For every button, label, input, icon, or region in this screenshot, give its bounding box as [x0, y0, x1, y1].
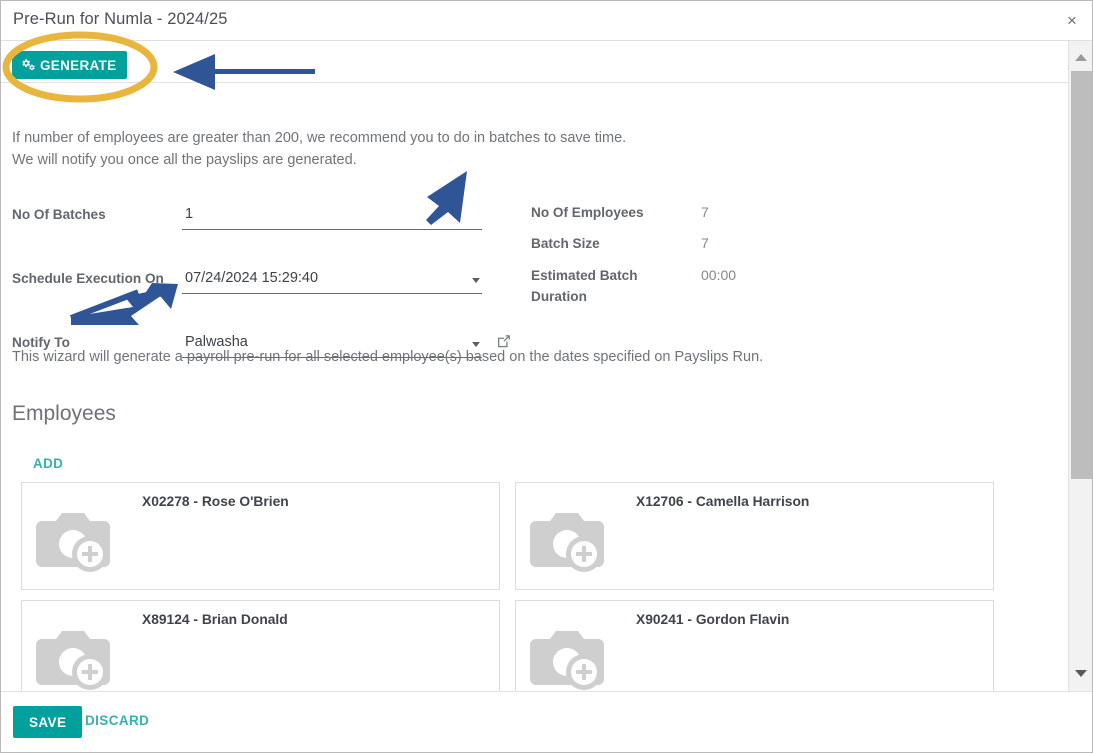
page-title: Pre-Run for Numla - 2024/25 [13, 10, 228, 28]
wizard-description: This wizard will generate a payroll pre-… [12, 349, 764, 365]
generate-button[interactable]: GENERATE [12, 51, 128, 79]
camera-placeholder-icon [34, 499, 120, 579]
pre-run-dialog: Pre-Run for Numla - 2024/25 × GENERATE I… [0, 0, 1093, 753]
scroll-down-icon[interactable] [1069, 663, 1092, 683]
field-label-notify-to: Notify To [12, 335, 70, 350]
camera-placeholder-icon [528, 617, 614, 691]
batch-note-line-1: If number of employees are greater than … [12, 130, 627, 146]
chevron-down-icon[interactable] [472, 342, 480, 347]
employee-name: X02278 - Rose O'Brien [142, 494, 289, 509]
employee-name: X12706 - Camella Harrison [636, 494, 810, 509]
employee-card[interactable]: X02278 - Rose O'Brien [21, 482, 500, 590]
employee-name: X89124 - Brian Donald [142, 612, 288, 627]
scroll-up-icon[interactable] [1069, 47, 1092, 67]
info-value-batch-size: 7 [701, 235, 709, 251]
employee-card[interactable]: X89124 - Brian Donald [21, 600, 500, 691]
info-label-estimated-batch-duration: Estimated Batch Duration [531, 268, 638, 304]
dialog-titlebar: Pre-Run for Numla - 2024/25 × [1, 1, 1092, 41]
generate-button-label: GENERATE [40, 57, 117, 73]
discard-button[interactable]: DISCARD [85, 713, 149, 728]
action-bar: GENERATE [1, 41, 1070, 83]
schedule-execution-on-input[interactable]: 07/24/2024 15:29:40 [182, 266, 482, 294]
batch-note-line-2: We will notify you once all the payslips… [12, 152, 357, 168]
info-value-no-of-employees: 7 [701, 204, 709, 220]
employees-section-title: Employees [12, 402, 116, 425]
chevron-down-icon[interactable] [472, 278, 480, 283]
no-of-batches-value: 1 [185, 206, 194, 222]
camera-placeholder-icon [34, 617, 120, 691]
info-value-estimated-batch-duration: 00:00 [701, 267, 737, 283]
no-of-batches-input[interactable]: 1 [182, 202, 482, 230]
schedule-execution-on-value: 07/24/2024 15:29:40 [185, 270, 319, 286]
field-label-no-of-batches: No Of Batches [12, 207, 106, 222]
save-button[interactable]: SAVE [13, 706, 83, 738]
close-icon[interactable]: × [1060, 9, 1084, 33]
camera-placeholder-icon [528, 499, 614, 579]
vertical-scrollbar[interactable] [1068, 41, 1092, 691]
scrollbar-thumb[interactable] [1071, 71, 1092, 479]
employee-card[interactable]: X90241 - Gordon Flavin [515, 600, 994, 691]
dialog-content-scroll: If number of employees are greater than … [1, 84, 1070, 691]
field-label-schedule-execution-on: Schedule Execution On [12, 271, 164, 286]
notify-to-value: Palwasha [185, 334, 248, 350]
employee-card[interactable]: X12706 - Camella Harrison [515, 482, 994, 590]
dialog-footer: SAVE DISCARD [1, 691, 1092, 752]
info-label-no-of-employees: No Of Employees [531, 205, 644, 220]
cogs-icon [21, 58, 36, 72]
employee-name: X90241 - Gordon Flavin [636, 612, 790, 627]
info-label-batch-size: Batch Size [531, 236, 600, 251]
add-employee-button[interactable]: ADD [33, 456, 63, 471]
